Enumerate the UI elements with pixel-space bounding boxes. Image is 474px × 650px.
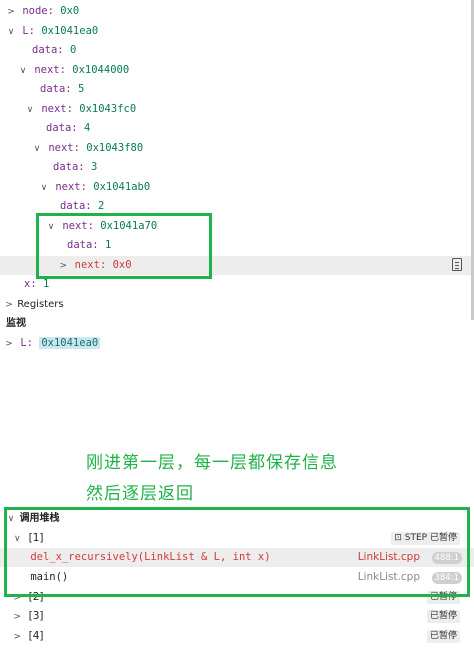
variable-next[interactable]: ∨ next: 0x1043fc0 — [25, 100, 136, 119]
view-binary-icon[interactable] — [452, 258, 462, 271]
var-key: node: — [22, 5, 54, 17]
var-key: L: — [22, 25, 35, 37]
chevron-right-icon[interactable]: > — [12, 608, 22, 627]
variable-data[interactable]: data: 3 — [53, 158, 97, 177]
chevron-down-icon[interactable]: ∨ — [25, 101, 35, 120]
var-value: 2 — [97, 200, 105, 212]
chevron-down-icon[interactable]: ∨ — [39, 179, 49, 198]
var-key: data: — [46, 122, 78, 134]
var-value: 0x0 — [60, 5, 80, 17]
var-value: 0 — [69, 44, 77, 56]
var-key: next: — [48, 142, 80, 154]
status-badge: 已暂停 — [426, 610, 460, 623]
var-key: data: — [53, 161, 85, 173]
variable-node[interactable]: > node: 0x0 — [6, 2, 79, 21]
var-key: next: — [34, 64, 66, 76]
watch-item[interactable]: > L: 0x1041ea0 — [4, 334, 101, 354]
chevron-right-icon[interactable]: > — [4, 296, 14, 315]
annotation-line1: 刚进第一层，每一层都保存信息 — [86, 453, 338, 473]
var-key: next: — [41, 103, 73, 115]
thread-row[interactable]: > [3] 已暂停 — [0, 607, 474, 626]
highlight-box-variables — [36, 213, 212, 279]
var-value: 5 — [77, 83, 85, 95]
thread-label: [4] — [28, 630, 44, 642]
thread-row[interactable]: > [4] 已暂停 — [0, 627, 474, 646]
variable-L[interactable]: ∨ L: 0x1041ea0 — [6, 22, 99, 42]
chevron-right-icon[interactable]: > — [4, 335, 14, 354]
watch-key: L: — [20, 337, 33, 349]
variable-data[interactable]: data: 5 — [40, 80, 84, 99]
highlight-box-callstack — [4, 507, 470, 597]
chevron-down-icon[interactable]: ∨ — [32, 140, 42, 159]
chevron-right-icon[interactable]: > — [6, 3, 16, 22]
var-value: 0x1043f80 — [86, 142, 144, 154]
var-value: 4 — [83, 122, 91, 134]
var-value: 0x1044000 — [72, 64, 130, 76]
chevron-down-icon[interactable]: ∨ — [6, 23, 16, 42]
variable-next[interactable]: ∨ next: 0x1043f80 — [32, 139, 143, 158]
thread-label: [3] — [28, 610, 44, 622]
var-key: x: — [24, 278, 37, 290]
var-value: 0x1041ea0 — [41, 25, 99, 37]
variable-data[interactable]: data: 4 — [46, 119, 90, 138]
registers-label: Registers — [17, 299, 64, 310]
var-value: 0x1041ab0 — [93, 181, 151, 193]
chevron-right-icon[interactable]: > — [12, 628, 22, 647]
variable-next[interactable]: ∨ next: 0x1044000 — [18, 61, 129, 80]
registers-section[interactable]: > Registers — [4, 295, 64, 315]
var-key: next: — [55, 181, 87, 193]
variable-data[interactable]: data: 0 — [32, 41, 76, 60]
variable-next[interactable]: ∨ next: 0x1041ab0 — [39, 178, 150, 197]
var-value: 1 — [42, 278, 50, 290]
var-value: 3 — [90, 161, 98, 173]
annotation-line2: 然后逐层返回 — [86, 484, 194, 504]
var-key: data: — [40, 83, 72, 95]
chevron-down-icon[interactable]: ∨ — [18, 62, 28, 81]
status-badge: 已暂停 — [426, 630, 460, 643]
watch-value: 0x1041ea0 — [39, 337, 101, 349]
var-value: 0x1043fc0 — [79, 103, 137, 115]
var-key: data: — [60, 200, 92, 212]
watch-title[interactable]: 监视 — [6, 314, 26, 333]
var-key: data: — [32, 44, 64, 56]
